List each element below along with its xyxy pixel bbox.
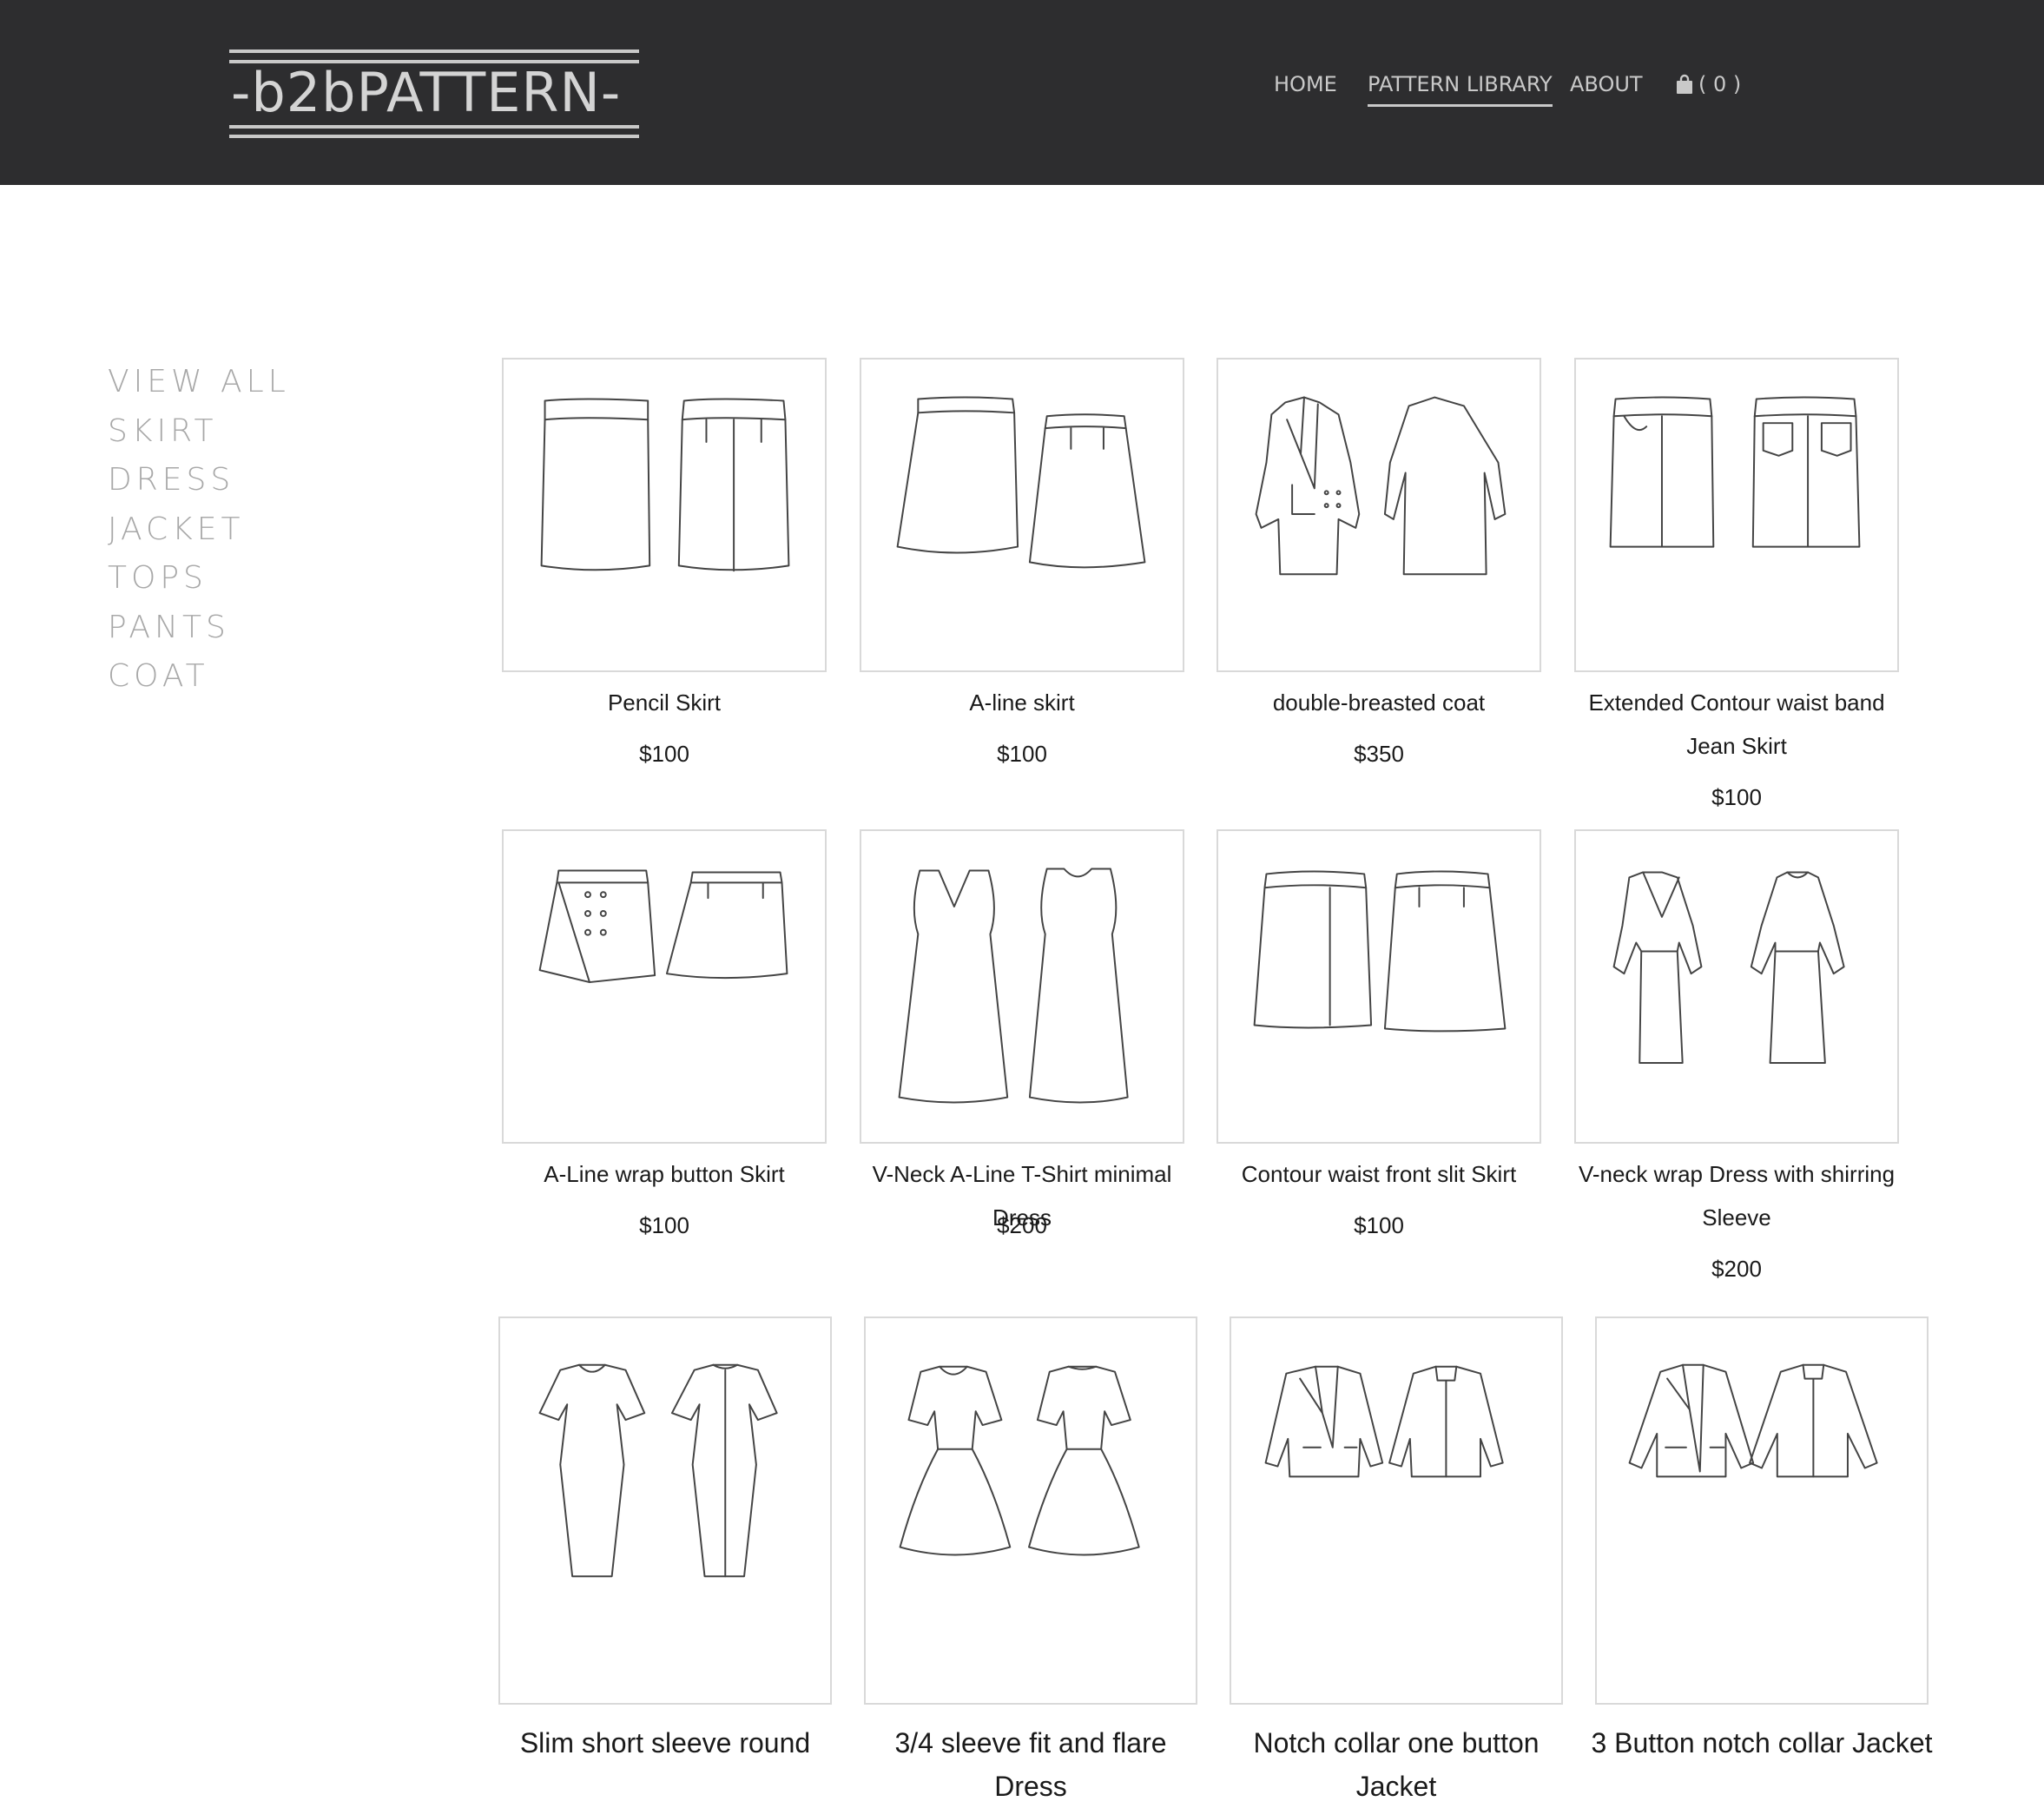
jacket-sketch-icon[interactable] [1230, 1316, 1563, 1705]
product-title[interactable]: Pencil Skirt [502, 681, 827, 724]
wrap-skirt-sketch-icon[interactable] [502, 829, 827, 1144]
category-tops[interactable]: TOPS [108, 554, 290, 604]
product-title[interactable]: A-line skirt [860, 681, 1184, 724]
category-skirt[interactable]: SKIRT [108, 407, 290, 457]
a-line-skirt-sketch-icon[interactable] [860, 358, 1184, 672]
coat-sketch-icon[interactable] [1217, 358, 1541, 672]
category-sidebar: VIEW ALL SKIRT DRESS JACKET TOPS PANTS C… [108, 358, 290, 702]
jean-skirt-sketch-icon[interactable] [1574, 358, 1899, 672]
category-view-all[interactable]: VIEW ALL [108, 358, 290, 407]
wrap-dress-sketch-icon[interactable] [1574, 829, 1899, 1144]
product-price: $100 [639, 1212, 689, 1238]
product-price: $100 [1354, 1212, 1404, 1238]
product-title[interactable]: Contour waist front slit Skirt [1217, 1152, 1541, 1196]
jacket-sketch-icon[interactable] [1595, 1316, 1929, 1705]
cart-count: ( 0 ) [1698, 72, 1742, 96]
category-pants[interactable]: PANTS [108, 604, 290, 653]
category-jacket[interactable]: JACKET [108, 505, 290, 555]
category-dress[interactable]: DRESS [108, 456, 290, 505]
v-neck-dress-sketch-icon[interactable] [860, 829, 1184, 1144]
product-price: $200 [997, 1212, 1047, 1238]
shopping-bag-icon [1677, 74, 1692, 94]
product-title[interactable]: A-Line wrap button Skirt [502, 1152, 827, 1196]
category-coat[interactable]: COAT [108, 652, 290, 702]
slit-skirt-sketch-icon[interactable] [1217, 829, 1541, 1144]
nav-home[interactable]: HOME [1274, 69, 1337, 99]
nav-pattern-library[interactable]: PATTERN LIBRARY [1368, 69, 1553, 107]
product-title[interactable]: 3/4 sleeve fit and flare Dress [855, 1721, 1206, 1808]
product-title[interactable]: 3 Button notch collar Jacket [1586, 1721, 1937, 1765]
product-price: $350 [1354, 741, 1404, 767]
product-title[interactable]: Extended Contour waist band Jean Skirt [1566, 681, 1908, 768]
cart-link[interactable]: ( 0 ) [1676, 69, 1741, 99]
site-logo[interactable]: -b2bPATTERN- [229, 49, 639, 138]
product-title[interactable]: Slim short sleeve round [490, 1721, 841, 1765]
product-title[interactable]: V-neck wrap Dress with shirring Sleeve [1566, 1152, 1908, 1239]
nav-about[interactable]: ABOUT [1570, 69, 1643, 99]
product-price: $200 [1711, 1256, 1762, 1282]
product-price: $100 [997, 741, 1047, 767]
product-price: $100 [1711, 784, 1762, 810]
pencil-skirt-sketch-icon[interactable] [502, 358, 827, 672]
product-title[interactable]: double-breasted coat [1217, 681, 1541, 724]
site-header: -b2bPATTERN- HOME PATTERN LIBRARY ABOUT … [0, 0, 2044, 185]
product-price: $100 [639, 741, 689, 767]
logo-text: -b2bPATTERN- [231, 61, 622, 124]
product-title[interactable]: Notch collar one button Jacket [1221, 1721, 1572, 1808]
sheath-dress-sketch-icon[interactable] [498, 1316, 832, 1705]
flare-dress-sketch-icon[interactable] [864, 1316, 1197, 1705]
